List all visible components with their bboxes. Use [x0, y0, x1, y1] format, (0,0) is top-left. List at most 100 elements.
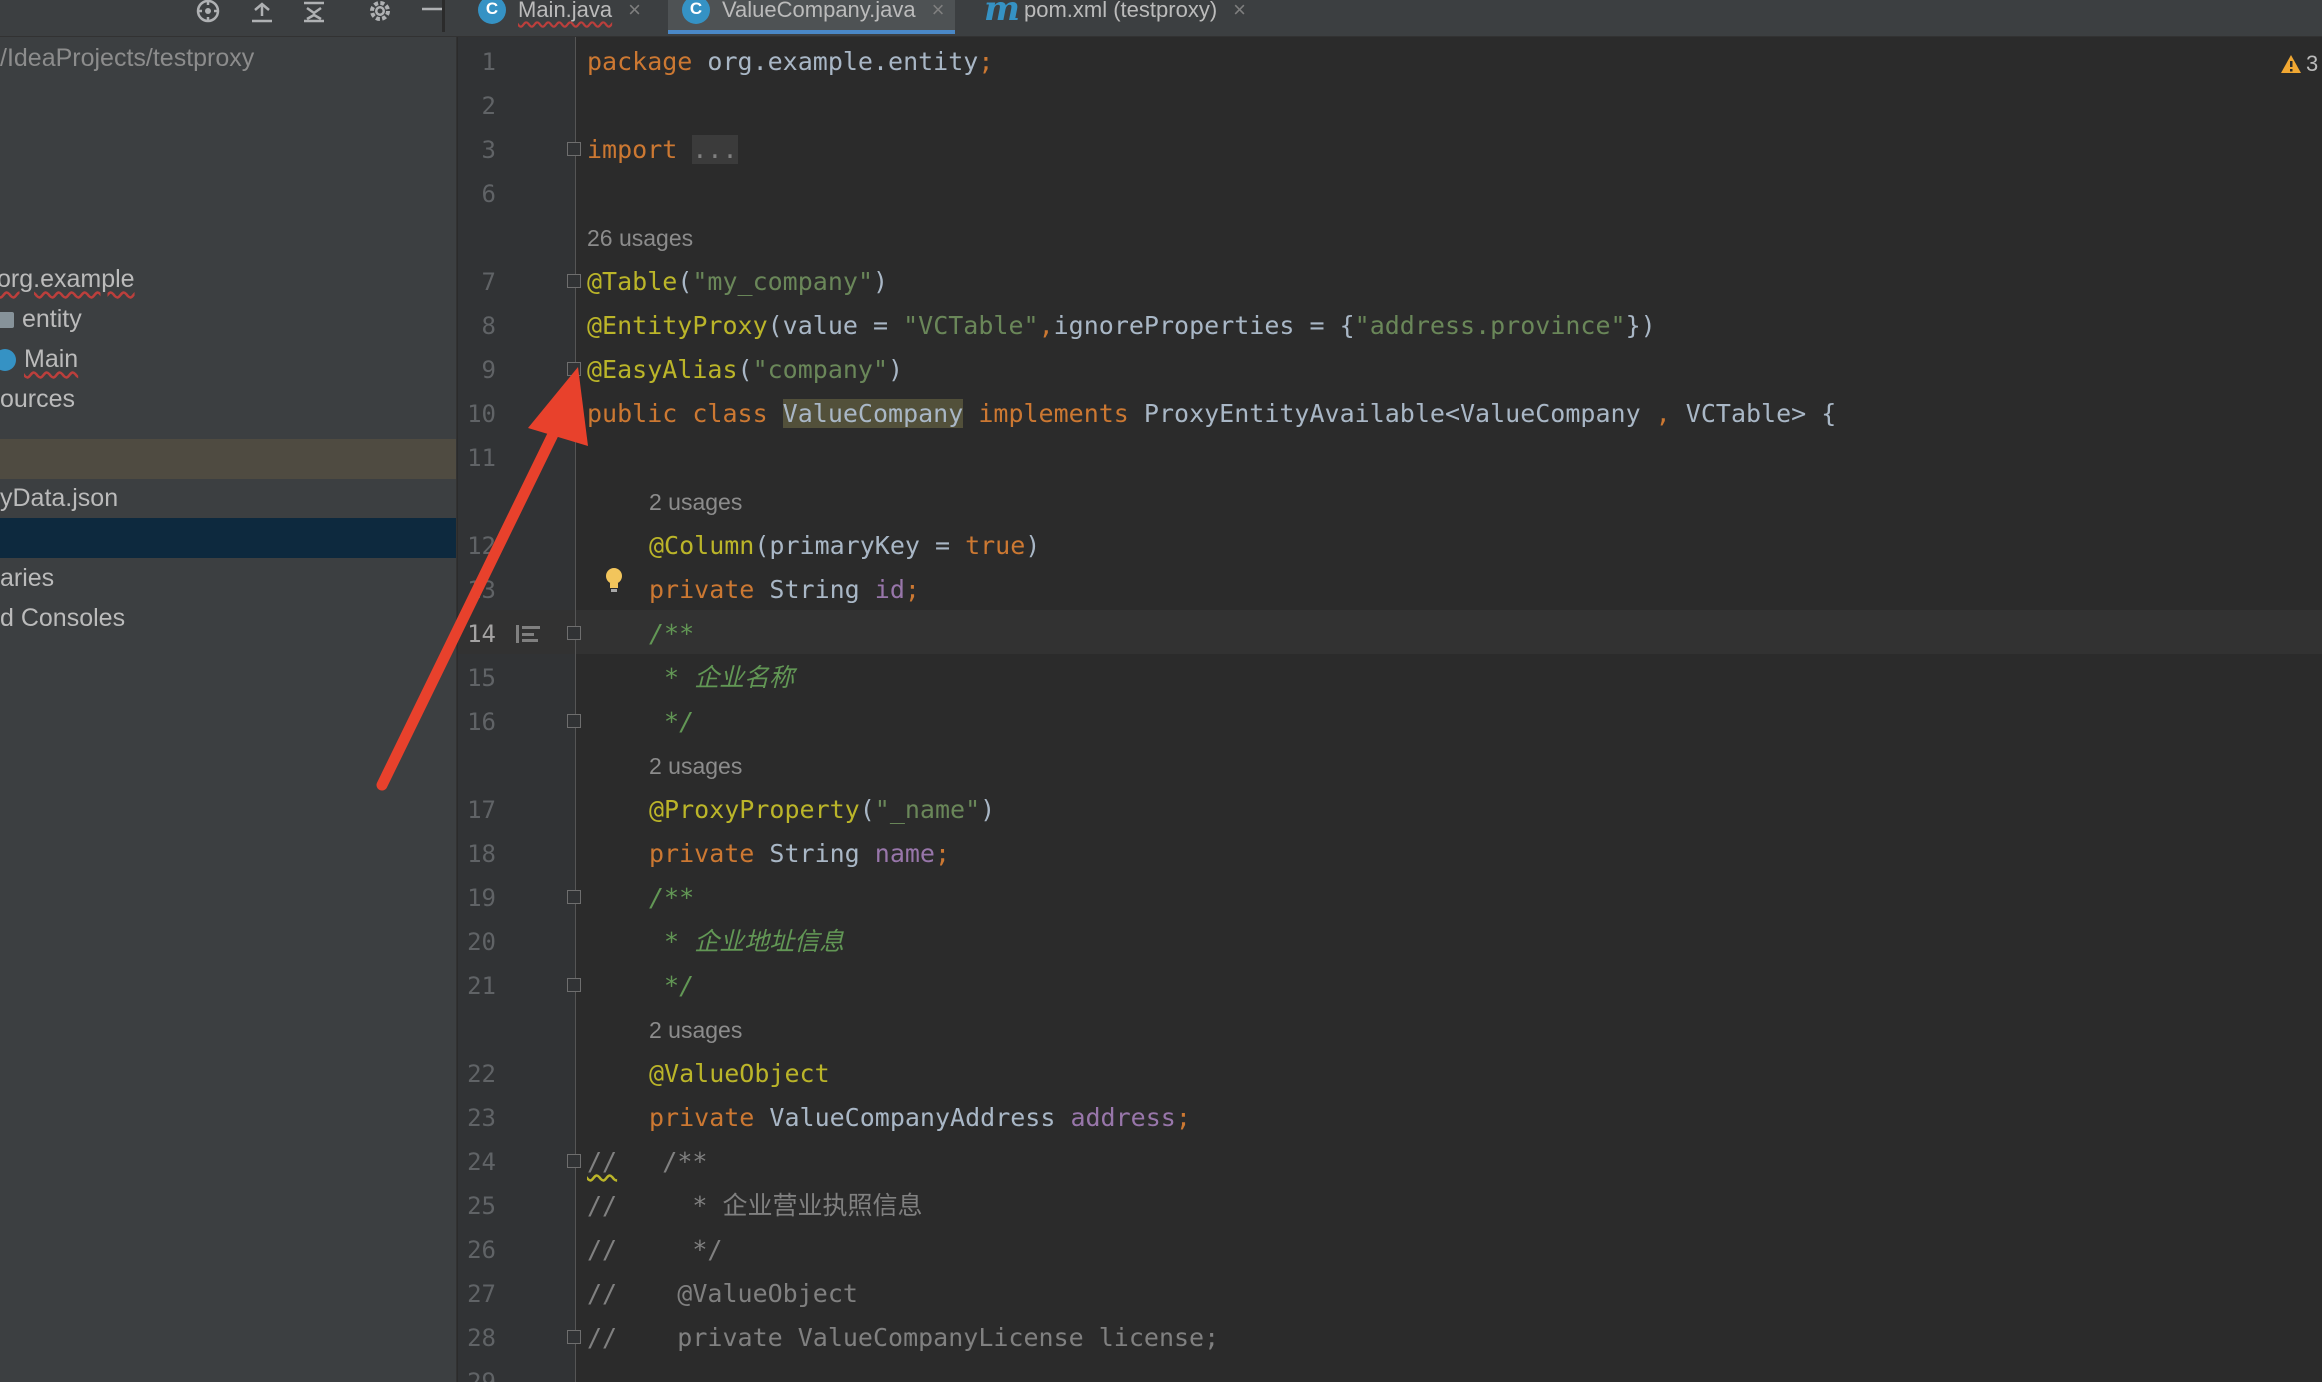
tree-item-main[interactable]: Main: [0, 339, 451, 379]
line-number: 13: [467, 576, 496, 604]
current-line-highlight: [458, 610, 2322, 654]
tree-item-label: d Consoles: [0, 604, 126, 632]
line-number: 16: [467, 708, 496, 736]
fold-marker[interactable]: [567, 142, 581, 156]
tree-item-label: ources: [0, 385, 76, 413]
fold-marker[interactable]: [567, 714, 581, 728]
code-line-16: */: [649, 707, 695, 736]
close-icon[interactable]: ×: [932, 0, 945, 21]
tree-item-libraries[interactable]: aries: [0, 558, 456, 598]
usages-hint[interactable]: 26 usages: [587, 223, 693, 253]
project-panel: /IdeaProjects/testproxy ı org.example en…: [0, 37, 457, 1382]
tree-item-json[interactable]: yData.json: [0, 478, 456, 518]
line-number: 17: [467, 796, 496, 824]
method-list-icon[interactable]: [516, 624, 540, 644]
expand-all-icon[interactable]: [244, 0, 280, 24]
line-number: 20: [467, 928, 496, 956]
tree-item-resources[interactable]: ources: [0, 379, 456, 419]
project-row-highlight: [0, 439, 456, 479]
line-number: 1: [481, 48, 496, 76]
folder-icon: [0, 312, 14, 329]
usages-hint[interactable]: 2 usages: [649, 751, 742, 781]
code-line-28: // private ValueCompanyLicense license;: [587, 1323, 1220, 1352]
line-number: 8: [481, 312, 496, 340]
code-line-20: * 企业地址信息: [649, 927, 845, 956]
line-number: 22: [467, 1060, 496, 1088]
toolbar-divider: [442, 0, 445, 32]
code-line-19: /**: [649, 883, 695, 912]
class-icon: [0, 349, 16, 372]
close-icon[interactable]: ×: [628, 0, 641, 21]
code-line-9: @EasyAlias("company"): [587, 355, 904, 384]
tree-item-package[interactable]: org.example: [0, 259, 454, 299]
code-line-3: import ...: [587, 135, 738, 164]
line-number: 18: [467, 840, 496, 868]
line-number: 3: [481, 136, 496, 164]
line-number: 11: [467, 444, 496, 472]
line-number: 23: [467, 1104, 496, 1132]
class-icon: C: [682, 0, 710, 24]
crosshair-icon[interactable]: [190, 0, 226, 24]
line-number: 28: [467, 1324, 496, 1352]
line-number: 2: [481, 92, 496, 120]
tree-item-label: Main: [24, 345, 79, 373]
code-line-8: @EntityProxy(value = "VCTable",ignorePro…: [587, 311, 1656, 340]
line-number: 14: [467, 620, 496, 648]
fold-marker[interactable]: [567, 362, 581, 376]
tree-item-label: yData.json: [0, 484, 119, 512]
line-number: 24: [467, 1148, 496, 1176]
gear-icon[interactable]: [362, 0, 398, 24]
inspection-warnings[interactable]: 3: [2280, 51, 2318, 77]
tab-main-java[interactable]: C Main.java ×: [478, 0, 641, 34]
gutter-divider: [575, 37, 576, 1382]
fold-marker[interactable]: [567, 1154, 581, 1168]
maven-icon: m: [984, 0, 1020, 29]
tree-item-scratches[interactable]: d Consoles: [0, 598, 456, 638]
line-number: 19: [467, 884, 496, 912]
close-icon[interactable]: ×: [1233, 0, 1246, 21]
top-toolbar: C Main.java × C ValueCompany.java × m po…: [0, 0, 2322, 37]
code-line-10: public class ValueCompany implements Pro…: [587, 399, 1837, 428]
line-number: 29: [467, 1368, 496, 1382]
code-line-22: @ValueObject: [649, 1059, 830, 1088]
tab-label: ValueCompany.java: [722, 0, 916, 22]
collapse-all-icon[interactable]: [296, 0, 332, 24]
line-number: 7: [481, 268, 496, 296]
usages-hint[interactable]: 2 usages: [649, 487, 742, 517]
fold-marker[interactable]: [567, 626, 581, 640]
tab-valuecompany-java[interactable]: C ValueCompany.java ×: [668, 0, 955, 34]
usages-hint[interactable]: 2 usages: [649, 1015, 742, 1045]
code-line-1: package org.example.entity;: [587, 47, 994, 76]
code-line-12: @Column(primaryKey = true): [649, 531, 1041, 560]
project-row-selected: [0, 518, 456, 558]
lightbulb-icon[interactable]: [605, 567, 623, 593]
code-line-14: /**: [649, 619, 695, 648]
tab-pom-xml[interactable]: m pom.xml (testproxy) ×: [984, 0, 1246, 34]
line-number: 26: [467, 1236, 496, 1264]
tree-item-label: org.example: [0, 265, 135, 293]
code-line-17: @ProxyProperty("_name"): [649, 795, 996, 824]
fold-marker[interactable]: [567, 978, 581, 992]
code-editor[interactable]: 1 2 3 6 7 8 9 10 11 12 13 14 15 16 17 18…: [458, 37, 2322, 1382]
code-line-13: private String id;: [649, 575, 920, 604]
line-number: 25: [467, 1192, 496, 1220]
code-line-7: @Table("my_company"): [587, 267, 889, 296]
tree-item-entity[interactable]: entity: [0, 299, 451, 339]
line-number: 21: [467, 972, 496, 1000]
code-line-24: // /**: [587, 1147, 708, 1176]
code-line-25: // * 企业营业执照信息: [587, 1191, 923, 1220]
warning-icon: [2281, 55, 2301, 73]
line-number: 6: [481, 180, 496, 208]
fold-marker[interactable]: [567, 1330, 581, 1344]
fold-marker[interactable]: [567, 274, 581, 288]
line-number: 10: [467, 400, 496, 428]
folded-imports[interactable]: ...: [692, 135, 738, 164]
code-line-15: * 企业名称: [649, 663, 795, 692]
fold-marker[interactable]: [567, 890, 581, 904]
line-number: 27: [467, 1280, 496, 1308]
code-line-23: private ValueCompanyAddress address;: [649, 1103, 1191, 1132]
code-line-21: */: [649, 971, 695, 1000]
tree-item-label: aries: [0, 564, 55, 592]
code-line-26: // */: [587, 1235, 723, 1264]
code-line-18: private String name;: [649, 839, 951, 868]
